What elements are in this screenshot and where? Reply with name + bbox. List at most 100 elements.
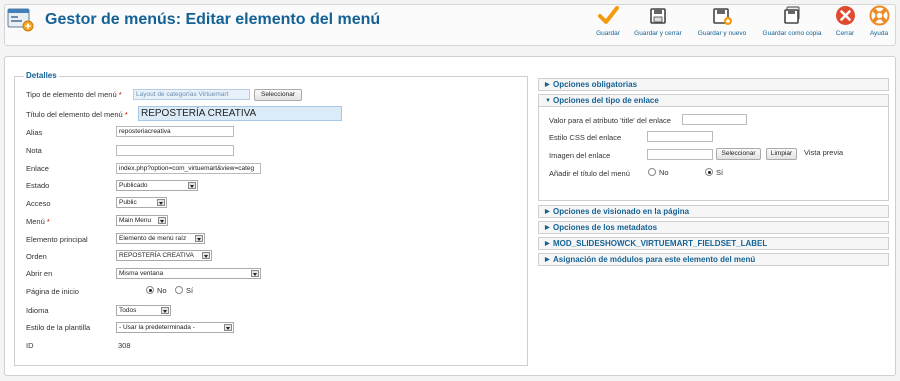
- open-select-value: Misma ventana: [119, 270, 164, 277]
- language-select[interactable]: Todos: [116, 305, 171, 316]
- parent-select-value: Elemento de menú raíz: [119, 235, 187, 242]
- note-input[interactable]: [116, 145, 234, 156]
- chevron-right-icon: ▶: [545, 209, 550, 215]
- chevron-down-icon: [224, 324, 232, 331]
- order-select-value: REPOSTERÍA CREATIVA: [119, 252, 194, 259]
- chevron-right-icon: ▶: [545, 241, 550, 247]
- chevron-down-icon: [195, 235, 203, 242]
- close-icon: [835, 6, 855, 25]
- chevron-down-icon: ▼: [545, 98, 551, 104]
- template-style-label: Estilo de la plantilla: [26, 323, 91, 332]
- language-select-value: Todos: [119, 307, 137, 314]
- panel-module-assignment-label: Asignación de módulos para este elemento…: [553, 255, 756, 264]
- type-label: Tipo de elemento del menú *: [26, 90, 122, 99]
- help-button[interactable]: Ayuda: [866, 5, 892, 39]
- save-icon: [650, 8, 666, 24]
- panel-slideshow[interactable]: ▶ MOD_SLIDESHOWCK_VIRTUEMART_FIELDSET_LAB…: [538, 237, 889, 250]
- open-select[interactable]: Misma ventana: [116, 268, 261, 279]
- link-image-input[interactable]: [647, 149, 713, 160]
- open-label: Abrir en: [26, 269, 53, 278]
- id-value: 308: [118, 341, 131, 350]
- alias-label: Alias: [26, 128, 43, 137]
- title-label: Título del elemento del menú *: [26, 110, 128, 119]
- close-label: Cerrar: [835, 30, 855, 37]
- save-button[interactable]: Guardar: [589, 5, 627, 39]
- panel-module-assignment[interactable]: ▶ Asignación de módulos para este element…: [538, 253, 889, 266]
- add-title-no-label: No: [659, 168, 669, 177]
- home-label: Página de inicio: [26, 287, 79, 296]
- parent-label: Elemento principal: [26, 235, 88, 244]
- chevron-right-icon: ▶: [545, 257, 550, 263]
- panel-required-options-label: Opciones obligatorias: [553, 80, 638, 89]
- link-title-attr-label: Valor para el atributo 'title' del enlac…: [549, 116, 671, 125]
- save-new-label: Guardar y nuevo: [697, 30, 747, 37]
- save-close-button[interactable]: Guardar y cerrar: [628, 5, 688, 39]
- alias-input[interactable]: reposteriacreativa: [116, 126, 234, 137]
- save-new-button[interactable]: Guardar y nuevo: [692, 5, 752, 39]
- chevron-right-icon: ▶: [545, 82, 550, 88]
- order-select[interactable]: REPOSTERÍA CREATIVA: [116, 250, 212, 261]
- panel-display-options-label: Opciones de visionado en la página: [553, 207, 690, 216]
- menu-label: Menú *: [26, 217, 50, 226]
- panel-link-type-options[interactable]: ▼ Opciones del tipo de enlace: [538, 94, 889, 107]
- checkmark-icon: [598, 6, 619, 24]
- chevron-down-icon: [202, 252, 210, 259]
- close-button[interactable]: Cerrar: [832, 5, 858, 39]
- status-label: Estado: [26, 181, 50, 190]
- chevron-right-icon: ▶: [545, 225, 550, 231]
- panel-metadata-options[interactable]: ▶ Opciones de los metadatos: [538, 221, 889, 234]
- add-title-yes-label: Sí: [716, 168, 724, 177]
- order-label: Orden: [26, 252, 47, 261]
- help-label: Ayuda: [869, 30, 889, 37]
- menu-select[interactable]: Main Menu: [116, 215, 168, 226]
- template-style-select-value: - Usar la predeterminada -: [119, 324, 195, 331]
- link-input[interactable]: index.php?option=com_virtuemart&view=cat…: [116, 163, 261, 174]
- select-type-button[interactable]: Seleccionar: [254, 89, 302, 101]
- access-select[interactable]: Public: [116, 197, 167, 208]
- menu-select-value: Main Menu: [119, 217, 152, 224]
- access-select-value: Public: [119, 199, 137, 206]
- add-title-no-radio[interactable]: [648, 168, 656, 176]
- panel-display-options[interactable]: ▶ Opciones de visionado en la página: [538, 205, 889, 218]
- image-preview-label: Vista previa: [804, 148, 844, 157]
- menu-type-field[interactable]: Layout de categorías Virtuemart: [133, 89, 250, 100]
- link-css-label: Estilo CSS del enlace: [549, 133, 622, 142]
- page-title: Gestor de menús: Editar elemento del men…: [45, 11, 381, 28]
- link-image-clear-button[interactable]: Limpiar: [766, 148, 797, 160]
- add-title-yes-radio[interactable]: [705, 168, 713, 176]
- template-style-select[interactable]: - Usar la predeterminada -: [116, 322, 234, 333]
- status-select-value: Publicado: [119, 182, 148, 189]
- chevron-down-icon: [157, 199, 165, 206]
- language-label: Idioma: [26, 306, 49, 315]
- access-label: Acceso: [26, 199, 51, 208]
- id-label: ID: [26, 341, 34, 350]
- home-no-label: No: [157, 286, 167, 295]
- save-new-icon: [713, 8, 732, 25]
- panel-link-type-options-label: Opciones del tipo de enlace: [553, 96, 659, 105]
- chevron-down-icon: [188, 182, 196, 189]
- link-css-input[interactable]: [647, 131, 713, 142]
- chevron-down-icon: [158, 217, 166, 224]
- details-legend: Detalles: [24, 71, 59, 80]
- add-menu-title-label: Añadir el título del menú: [549, 169, 630, 178]
- link-title-attr-input[interactable]: [682, 114, 747, 125]
- save-copy-label: Guardar como copia: [762, 30, 822, 37]
- link-image-select-button[interactable]: Seleccionar: [716, 148, 761, 160]
- link-image-label: Imagen del enlace: [549, 151, 611, 160]
- status-select[interactable]: Publicado: [116, 180, 198, 191]
- home-yes-radio[interactable]: [175, 286, 183, 294]
- link-label: Enlace: [26, 164, 49, 173]
- home-yes-label: Sí: [186, 286, 194, 295]
- home-no-radio[interactable]: [146, 286, 154, 294]
- menu-manager-icon: [7, 8, 34, 32]
- panel-required-options[interactable]: ▶ Opciones obligatorias: [538, 78, 889, 91]
- parent-select[interactable]: Elemento de menú raíz: [116, 233, 205, 244]
- panel-slideshow-label: MOD_SLIDESHOWCK_VIRTUEMART_FIELDSET_LABE…: [553, 239, 768, 248]
- help-icon: [869, 5, 889, 26]
- save-label: Guardar: [596, 30, 620, 37]
- chevron-down-icon: [161, 307, 169, 314]
- save-copy-icon: [784, 6, 800, 24]
- save-copy-button[interactable]: Guardar como copia: [757, 5, 827, 39]
- save-close-label: Guardar y cerrar: [634, 30, 682, 37]
- title-input[interactable]: REPOSTERÍA CREATIVA: [138, 106, 342, 121]
